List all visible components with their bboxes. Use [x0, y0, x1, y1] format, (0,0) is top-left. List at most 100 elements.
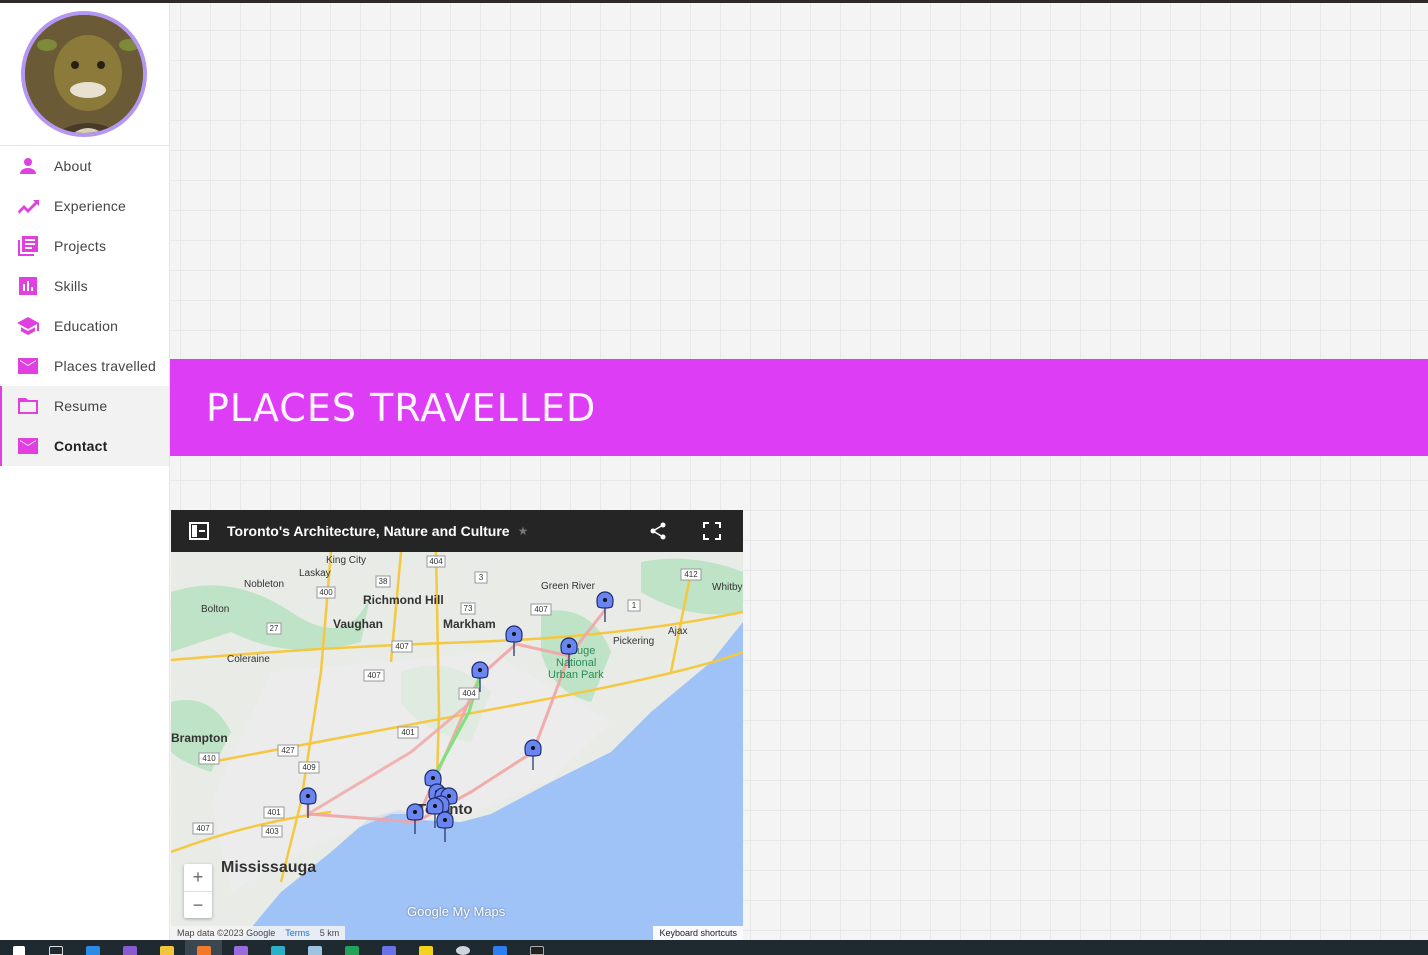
sidebar-item-label: Skills — [54, 278, 88, 294]
label-nobleton: Nobleton — [244, 579, 284, 590]
shield-text: 73 — [464, 604, 473, 613]
embedded-map[interactable]: Toronto's Architecture, Nature and Cultu… — [171, 510, 743, 940]
visual-studio-2-icon[interactable] — [222, 940, 259, 955]
zoom-control: + − — [184, 864, 212, 918]
map-legend-button[interactable] — [171, 522, 227, 540]
profile-header — [0, 3, 169, 146]
label-laskay: Laskay — [299, 568, 331, 579]
firefox-icon[interactable] — [185, 940, 222, 955]
sidebar-nav: About Experience Projects Skills Educati… — [0, 146, 169, 466]
map-attribution: Map data ©2023 Google Terms 5 km — [171, 926, 346, 940]
sidebar-item-skills[interactable]: Skills — [0, 266, 169, 306]
section-banner: PLACES TRAVELLED — [170, 359, 1428, 456]
settings-icon[interactable] — [444, 940, 481, 955]
terms-link[interactable]: Terms — [285, 928, 310, 938]
shield-text: 409 — [302, 763, 316, 772]
vscode-icon[interactable] — [74, 940, 111, 955]
sidebar-item-label: Contact — [54, 438, 108, 454]
shield-text: 407 — [395, 642, 409, 651]
shield-text: 427 — [281, 746, 295, 755]
star-icon[interactable]: ★ — [518, 524, 529, 538]
mail-icon — [16, 354, 40, 378]
share-icon[interactable] — [648, 521, 668, 541]
sidebar-item-label: Experience — [54, 198, 127, 214]
scale-bar[interactable]: 5 km — [320, 928, 340, 938]
sidebar-item-projects[interactable]: Projects — [0, 226, 169, 266]
label-vaughan: Vaughan — [333, 617, 383, 631]
shield-text: 404 — [462, 689, 476, 698]
taskbar — [0, 940, 1428, 955]
shield-text: 410 — [202, 754, 216, 763]
shield-text: 407 — [534, 605, 548, 614]
label-bolton: Bolton — [201, 604, 229, 615]
zoom-icon[interactable] — [481, 940, 518, 955]
excel-icon[interactable] — [333, 940, 370, 955]
legend-toggle-icon — [189, 522, 209, 540]
label-brampton: Brampton — [171, 731, 228, 745]
avatar-image — [25, 15, 143, 133]
section-title: PLACES TRAVELLED — [206, 385, 597, 430]
shield-text: 401 — [267, 808, 281, 817]
shield-text: 403 — [265, 827, 279, 836]
label-green-river: Green River — [541, 581, 596, 592]
shield-text: 38 — [379, 577, 388, 586]
map-title[interactable]: Toronto's Architecture, Nature and Cultu… — [227, 523, 510, 539]
label-richmond-hill: Richmond Hill — [363, 593, 444, 607]
sticky-notes-icon[interactable] — [407, 940, 444, 955]
label-ajax: Ajax — [668, 626, 687, 637]
label-king-city: King City — [326, 555, 366, 566]
label-national: National — [556, 657, 596, 669]
shield-text: 3 — [479, 573, 484, 582]
keyboard-shortcuts-link[interactable]: Keyboard shortcuts — [653, 926, 743, 940]
trending-up-icon — [16, 194, 40, 218]
shield-text: 400 — [319, 588, 333, 597]
sidebar-item-label: About — [54, 158, 92, 174]
sidebar-item-places-travelled[interactable]: Places travelled — [0, 346, 169, 386]
person-icon — [16, 154, 40, 178]
map-data-attribution: Map data ©2023 Google — [177, 928, 276, 938]
task-view-icon[interactable] — [37, 940, 74, 955]
sidebar-item-about[interactable]: About — [0, 146, 169, 186]
google-my-maps-logo: Google My Maps — [407, 904, 505, 919]
file-explorer-icon[interactable] — [148, 940, 185, 955]
sidebar-item-education[interactable]: Education — [0, 306, 169, 346]
terminal-icon[interactable] — [518, 940, 555, 955]
avatar[interactable] — [21, 11, 147, 137]
bar-chart-icon — [16, 274, 40, 298]
mail-icon — [16, 434, 40, 458]
notepad-icon[interactable] — [296, 940, 333, 955]
fullscreen-icon[interactable] — [702, 521, 722, 541]
shield-text: 404 — [429, 557, 443, 566]
sidebar-item-label: Education — [54, 318, 119, 334]
school-icon — [16, 314, 40, 338]
label-markham: Markham — [443, 617, 496, 631]
library-books-icon — [16, 234, 40, 258]
shield-text: 407 — [367, 671, 381, 680]
label-coleraine: Coleraine — [227, 654, 270, 665]
shield-text: 401 — [401, 728, 415, 737]
edge-icon[interactable] — [259, 940, 296, 955]
shield-text: 407 — [196, 824, 210, 833]
sidebar-item-contact[interactable]: Contact — [0, 426, 169, 466]
mymaps-logo-text: My Maps — [452, 904, 506, 919]
map-header: Toronto's Architecture, Nature and Cultu… — [171, 510, 743, 552]
sidebar-item-experience[interactable]: Experience — [0, 186, 169, 226]
window-top-border — [0, 0, 1428, 3]
shield-text: 27 — [270, 624, 279, 633]
sidebar-item-resume[interactable]: Resume — [0, 386, 169, 426]
label-urban-park: Urban Park — [548, 669, 604, 681]
sidebar-item-label: Resume — [54, 398, 108, 414]
label-whitby: Whitby — [712, 582, 743, 593]
windows-start-icon[interactable] — [0, 940, 37, 955]
zoom-in-button[interactable]: + — [184, 864, 212, 891]
discord-icon[interactable] — [370, 940, 407, 955]
shield-text: 1 — [632, 601, 637, 610]
visual-studio-icon[interactable] — [111, 940, 148, 955]
label-pickering: Pickering — [613, 636, 654, 647]
zoom-out-button[interactable]: − — [184, 892, 212, 919]
google-logo-text: Google — [407, 904, 449, 919]
sidebar-item-label: Places travelled — [54, 358, 157, 374]
sidebar-item-label: Projects — [54, 238, 107, 254]
folder-icon — [16, 394, 40, 418]
map-canvas[interactable]: King City Laskay Nobleton Bolton Richmon… — [171, 552, 743, 940]
